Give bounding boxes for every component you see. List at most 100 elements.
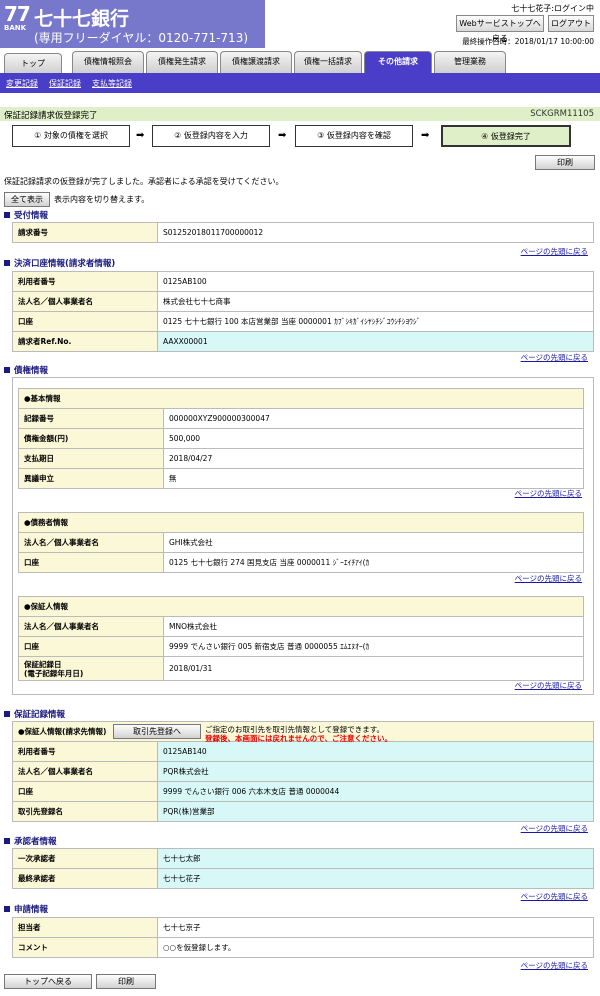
- value: 2018/01/31: [163, 656, 584, 681]
- label: 口座: [12, 781, 158, 802]
- page-top-link[interactable]: ページの先頭に戻る: [515, 680, 582, 691]
- table-row: 法人名／個人事業者名 MNO株式会社: [18, 616, 584, 637]
- subsection-title: ●保証人情報: [18, 596, 584, 617]
- label: 債権金額(円): [18, 428, 164, 449]
- application-table: 担当者 七十七京子 コメント ○○を仮登録します。: [12, 917, 594, 958]
- value: 9999 でんさい銀行 006 六本木支店 普通 0000044: [157, 781, 594, 802]
- value: S01252018011700000012: [157, 222, 594, 243]
- basic-info-table: ●基本情報 記録番号 000000XYZ900000300047 債権金額(円) 5…: [18, 388, 584, 489]
- table-row: 法人名／個人事業者名 株式会社七十七商事: [12, 291, 594, 312]
- subnav-change-record[interactable]: 変更記録: [6, 78, 38, 89]
- step-3: ③ 仮登録内容を確認: [295, 125, 413, 147]
- subsection-title: ●債務者情報: [18, 512, 584, 533]
- step-4-current: ④ 仮登録完了: [441, 125, 571, 147]
- label: 請求番号: [12, 222, 158, 243]
- page-top-link[interactable]: ページの先頭に戻る: [521, 823, 588, 834]
- tab-other[interactable]: その他請求: [364, 51, 432, 73]
- guarantor-info-table: ●保証人情報 法人名／個人事業者名 MNO株式会社 口座 9999 でんさい銀行 0…: [18, 596, 584, 681]
- arrow-right-icon: ➡: [278, 130, 287, 141]
- label: 利用者番号: [12, 271, 158, 292]
- page-top-link[interactable]: ページの先頭に戻る: [521, 246, 588, 257]
- main-tabs: トップ 債権情報照会 債権発生請求 債権譲渡請求 債権一括請求 その他請求 管理…: [4, 51, 596, 73]
- header: 77 BANK 七十七銀行 (専用フリーダイヤル：0120-771-713) 七…: [0, 0, 600, 50]
- print-button-bottom[interactable]: 印刷: [96, 974, 156, 989]
- value: GHI株式会社: [163, 532, 584, 553]
- subnav-payment-record[interactable]: 支払等記録: [92, 78, 132, 89]
- value: 0125AB100: [157, 271, 594, 292]
- step-1: ① 対象の債権を選択: [12, 125, 130, 147]
- tab-top[interactable]: トップ: [4, 53, 62, 73]
- label: 取引先登録名: [12, 801, 158, 822]
- table-row: 異議申立無: [18, 468, 584, 489]
- page-top-link[interactable]: ページの先頭に戻る: [515, 573, 582, 584]
- logout-button[interactable]: ログアウト: [548, 15, 594, 32]
- value: 000000XYZ900000300047: [163, 408, 584, 429]
- value: AAXX00001: [157, 331, 594, 352]
- label: 保証記録日 (電子記録年月日): [18, 656, 164, 681]
- label: 口座: [12, 311, 158, 332]
- label: 異議申立: [18, 468, 164, 489]
- register-partner-button[interactable]: 取引先登録へ: [113, 724, 201, 739]
- table-row: 法人名／個人事業者名 PQR株式会社: [12, 761, 594, 782]
- label: 一次承認者: [12, 848, 158, 869]
- logo-bank-text: BANK: [4, 24, 27, 32]
- arrow-right-icon: ➡: [136, 130, 145, 141]
- show-all-description: 表示内容を切り替えます。: [54, 195, 150, 204]
- arrow-right-icon: ➡: [421, 130, 430, 141]
- table-row: 債権金額(円) 500,000: [18, 428, 584, 449]
- label: 記録番号: [18, 408, 164, 429]
- table-row: 保証記録日 (電子記録年月日) 2018/01/31: [18, 656, 584, 681]
- debtor-info-table: ●債務者情報 法人名／個人事業者名 GHI株式会社 口座 0125 七十七銀行 27…: [18, 512, 584, 573]
- value: 0125 七十七銀行 274 国見支店 当座 0000011 ｼﾞｰｴｲﾁｱｲ(…: [163, 552, 584, 573]
- table-row: 法人名／個人事業者名 GHI株式会社: [18, 532, 584, 553]
- approver-table: 一次承認者 七十七太郎 最終承認者 七十七花子: [12, 848, 594, 889]
- subnav-guarantee-record[interactable]: 保証記録: [49, 78, 81, 89]
- tab-admin[interactable]: 管理業務: [434, 51, 506, 73]
- tab-issue[interactable]: 債権発生請求: [146, 51, 218, 73]
- section-title-claim: 債権情報: [4, 364, 48, 376]
- label: コメント: [12, 937, 158, 958]
- screen-code: SCKGRM11105: [530, 109, 594, 119]
- back-to-top-button[interactable]: トップへ戻る: [4, 974, 92, 989]
- tab-bulk[interactable]: 債権一括請求: [294, 51, 362, 73]
- page-top-link[interactable]: ページの先頭に戻る: [521, 352, 588, 363]
- table-row: 最終承認者 七十七花子: [12, 868, 594, 889]
- page-top-link[interactable]: ページの先頭に戻る: [521, 960, 588, 971]
- register-warning: 登録後、本画面には戻れませんので、ご注意ください。: [205, 734, 392, 743]
- value: 無: [163, 468, 584, 489]
- page-top-link[interactable]: ページの先頭に戻る: [521, 891, 588, 902]
- table-row: 口座 9999 でんさい銀行 005 新宿支店 普通 0000055 ｴﾑｴﾇｵｰ…: [18, 636, 584, 657]
- table-row: 利用者番号 0125AB140: [12, 741, 594, 762]
- label: 口座: [18, 552, 164, 573]
- subsection-title: ●基本情報: [18, 388, 584, 409]
- table-row: 口座 9999 でんさい銀行 006 六本木支店 普通 0000044: [12, 781, 594, 802]
- value: 2018/04/27: [163, 448, 584, 469]
- receipt-table: 請求番号 S01252018011700000012: [12, 222, 594, 243]
- section-title-guarantee-record: 保証記録情報: [4, 708, 65, 720]
- tab-inquiry[interactable]: 債権情報照会: [72, 51, 144, 73]
- label: 法人名／個人事業者名: [12, 291, 158, 312]
- free-dial: (専用フリーダイヤル：0120-771-713): [34, 31, 249, 45]
- step-2: ② 仮登録内容を入力: [152, 125, 270, 147]
- bank-logo[interactable]: 77 BANK 七十七銀行 (専用フリーダイヤル：0120-771-713): [0, 0, 265, 48]
- login-user: 七十七花子:ログイン中: [511, 4, 594, 13]
- value: 500,000: [163, 428, 584, 449]
- print-button[interactable]: 印刷: [535, 155, 595, 170]
- page-top-link[interactable]: ページの先頭に戻る: [515, 488, 582, 499]
- show-all-button[interactable]: 全て表示: [4, 192, 50, 207]
- value: 0125AB140: [157, 741, 594, 762]
- section-title-receipt: 受付情報: [4, 209, 48, 221]
- last-operation-time: 最終操作日時：2018/01/17 10:00:00: [462, 37, 594, 46]
- logo-number: 77: [4, 2, 31, 26]
- section-title-settlement: 決済口座情報(請求者情報): [4, 257, 115, 269]
- page-title-bar: 保証記録請求仮登録完了 SCKGRM11105: [0, 107, 600, 121]
- label: 法人名／個人事業者名: [18, 616, 164, 637]
- table-row: 請求番号 S01252018011700000012: [12, 222, 594, 243]
- section-title-approver: 承認者情報: [4, 835, 57, 847]
- completion-message: 保証記録請求の仮登録が完了しました。承認者による承認を受けてください。: [4, 177, 284, 186]
- table-row: 利用者番号 0125AB100: [12, 271, 594, 292]
- tab-transfer[interactable]: 債権譲渡請求: [220, 51, 292, 73]
- webservice-top-button[interactable]: Webサービストップへ戻る: [456, 15, 544, 43]
- table-row: 支払期日 2018/04/27: [18, 448, 584, 469]
- table-row: 記録番号 000000XYZ900000300047: [18, 408, 584, 429]
